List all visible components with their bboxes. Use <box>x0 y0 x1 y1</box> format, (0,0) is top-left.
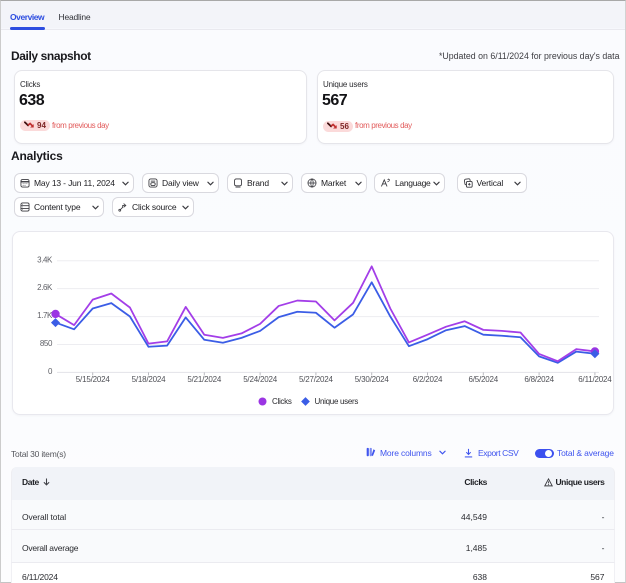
svg-text:5/21/2024: 5/21/2024 <box>187 375 222 384</box>
svg-text:6/5/2024: 6/5/2024 <box>469 375 499 384</box>
svg-text:0: 0 <box>48 367 53 376</box>
svg-text:1.7K: 1.7K <box>37 311 53 320</box>
svg-text:5/18/2024: 5/18/2024 <box>132 375 167 384</box>
svg-text:6/8/2024: 6/8/2024 <box>524 375 554 384</box>
svg-text:5/15/2024: 5/15/2024 <box>76 375 111 384</box>
svg-text:5/30/2024: 5/30/2024 <box>355 375 390 384</box>
svg-text:6/2/2024: 6/2/2024 <box>413 375 443 384</box>
svg-text:6/11/2024: 6/11/2024 <box>578 375 612 384</box>
svg-text:850: 850 <box>40 339 53 348</box>
svg-text:5/27/2024: 5/27/2024 <box>299 375 334 384</box>
svg-text:2.6K: 2.6K <box>37 283 53 292</box>
svg-text:3.4K: 3.4K <box>37 255 53 264</box>
svg-text:5/24/2024: 5/24/2024 <box>243 375 278 384</box>
